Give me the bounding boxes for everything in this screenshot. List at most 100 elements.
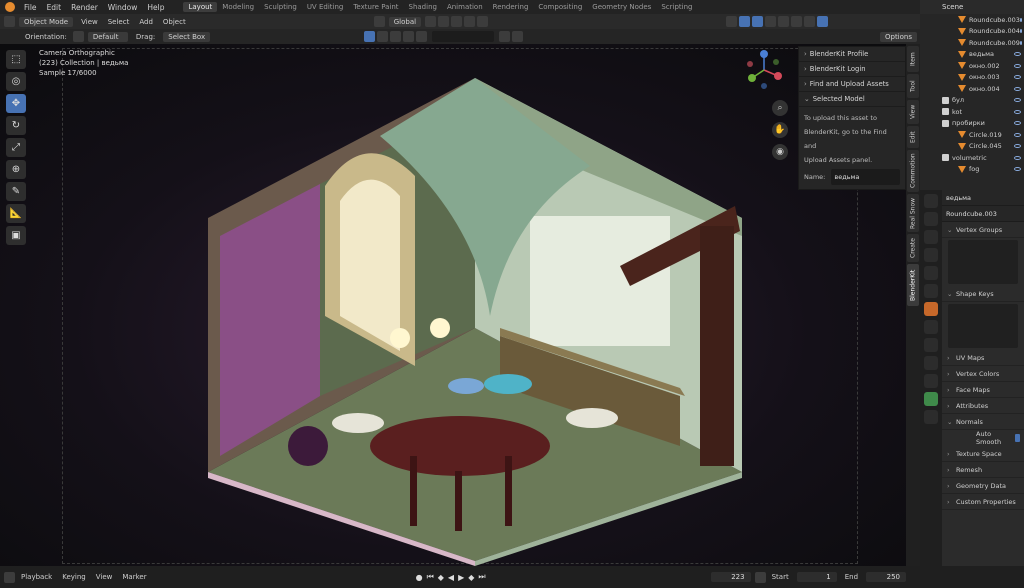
annotate-tool-icon[interactable]: ✎ [6,182,26,201]
workspace-tab-animation[interactable]: Animation [442,2,488,12]
select-mode-extend-icon[interactable] [377,31,389,42]
section-geometry-data[interactable]: Geometry Data [942,478,1024,494]
sidebar-tab-item[interactable]: Item [907,46,919,72]
play-reverse-icon[interactable]: ◀ [446,573,456,582]
select-mode-subtract-icon[interactable] [390,31,402,42]
proportional-edit-icon[interactable] [464,16,476,27]
visibility-eye-icon[interactable] [1014,167,1021,172]
workspace-tab-sculpting[interactable]: Sculpting [259,2,302,12]
workspace-tab-uv-editing[interactable]: UV Editing [302,2,349,12]
vertex-groups-list[interactable] [948,240,1018,284]
playback-menu[interactable]: Playback [16,573,57,581]
gizmo-toggle-icon[interactable] [739,16,751,27]
asset-name-input[interactable]: ведьма [831,169,900,185]
outliner-row[interactable]: бул [920,95,1024,107]
properties-mesh-row[interactable]: Roundcube.003 [942,206,1024,222]
workspace-tab-layout[interactable]: Layout [183,2,218,12]
auto-smooth-checkbox[interactable] [1014,434,1020,442]
visibility-eye-icon[interactable] [1014,75,1021,80]
transform-orientation-dropdown[interactable]: Global [388,16,422,27]
output-props-tab-icon[interactable] [924,230,938,244]
outliner-row[interactable]: пробирки [920,118,1024,130]
snap-target-icon[interactable] [451,16,463,27]
selected-model-row[interactable]: ⌄ Selected Model [799,92,905,107]
visibility-icon[interactable] [726,16,738,27]
measure-tool-icon[interactable]: 📐 [6,204,26,223]
particles-tab-icon[interactable] [924,338,938,352]
keying-menu[interactable]: Keying [57,573,91,581]
visibility-eye-icon[interactable] [1014,109,1021,114]
menu-file[interactable]: File [19,3,42,12]
add-menu[interactable]: Add [134,17,158,27]
play-icon[interactable]: ▶ [456,573,466,582]
visibility-eye-icon[interactable] [1014,86,1021,91]
outliner-row[interactable]: Circle.045 [920,141,1024,153]
outliner-row[interactable]: Roundcube.003 [920,14,1024,26]
blenderkit-profile-row[interactable]: › BlenderKit Profile [799,47,905,62]
object-props-tab-icon[interactable] [924,302,938,316]
modifier-props-tab-icon[interactable] [924,320,938,334]
object-menu[interactable]: Object [158,17,191,27]
outliner-row[interactable]: kot [920,106,1024,118]
render-props-tab-icon[interactable] [924,212,938,226]
workspace-tab-shading[interactable]: Shading [404,2,442,12]
outliner-row[interactable]: ведьма [920,49,1024,61]
section-vertex-colors[interactable]: Vertex Colors [942,366,1024,382]
gizmo-neg-x[interactable] [747,61,753,67]
scene-selector[interactable]: Scene [920,0,1024,14]
material-tab-icon[interactable] [924,410,938,424]
menu-help[interactable]: Help [142,3,169,12]
preview-range-icon[interactable] [754,571,766,583]
gizmo-z-axis[interactable] [760,50,768,58]
workspace-tab-scripting[interactable]: Scripting [656,2,697,12]
sidebar-tab-edit[interactable]: Edit [907,126,919,148]
visibility-eye-icon[interactable] [1014,132,1021,137]
blenderkit-login-row[interactable]: › BlenderKit Login [799,62,905,77]
blender-logo-icon[interactable] [5,2,15,12]
jump-end-icon[interactable]: ⏭ [476,572,487,582]
timeline-view-menu[interactable]: View [91,573,118,581]
workspace-tab-modeling[interactable]: Modeling [217,2,259,12]
section-attributes[interactable]: Attributes [942,398,1024,414]
pan-hand-icon[interactable]: ✋ [772,122,788,138]
end-frame-field[interactable]: 250 [866,572,907,582]
outliner-row[interactable]: Roundcube.009 [920,37,1024,49]
section-remesh[interactable]: Remesh [942,462,1024,478]
overlay-toggle-icon[interactable] [752,16,764,27]
sidebar-tab-commotion[interactable]: Commotion [907,150,919,192]
falloff-icon[interactable] [477,16,489,27]
layers-icon[interactable] [499,31,511,42]
visibility-eye-icon[interactable] [1014,98,1021,103]
sidebar-tab-real-snow[interactable]: Real Snow [907,194,919,232]
mesh-data-tab-icon[interactable] [924,392,938,406]
prev-keyframe-icon[interactable]: ◆ [436,573,446,582]
gizmo-y-axis[interactable] [748,74,756,82]
section-uv-maps[interactable]: UV Maps [942,350,1024,366]
visibility-eye-icon[interactable] [1019,40,1022,45]
section-texture-space[interactable]: Texture Space [942,446,1024,462]
section-normals[interactable]: Normals [942,414,1024,430]
sidebar-tab-create[interactable]: Create [907,234,919,262]
record-icon[interactable]: ● [414,573,425,582]
move-tool-icon[interactable]: ✥ [6,94,26,113]
outliner-row[interactable]: окно.003 [920,72,1024,84]
visibility-eye-icon[interactable] [1019,17,1022,22]
zoom-icon[interactable]: ⌕ [772,100,788,116]
visibility-eye-icon[interactable] [1014,52,1021,57]
section-face-maps[interactable]: Face Maps [942,382,1024,398]
current-frame-field[interactable]: 223 [710,572,751,582]
outliner-row[interactable]: volumetric [920,152,1024,164]
xray-icon[interactable] [765,16,777,27]
workspace-tab-compositing[interactable]: Compositing [533,2,587,12]
workspace-tab-geometry-nodes[interactable]: Geometry Nodes [587,2,656,12]
scene-props-tab-icon[interactable] [924,266,938,280]
section-custom-properties[interactable]: Custom Properties [942,494,1024,510]
3d-viewport[interactable]: Camera Orthographic (223) Collection | в… [0,44,920,566]
jump-start-icon[interactable]: ⏮ [425,572,436,582]
visibility-eye-icon[interactable] [1014,144,1021,149]
outliner-row[interactable]: Roundcube.004 [920,26,1024,38]
navigation-gizmo[interactable] [742,48,786,92]
drag-dropdown[interactable]: Select Box [163,31,211,42]
options-dropdown[interactable]: Options [879,31,917,42]
shading-rendered-icon[interactable] [817,16,829,27]
